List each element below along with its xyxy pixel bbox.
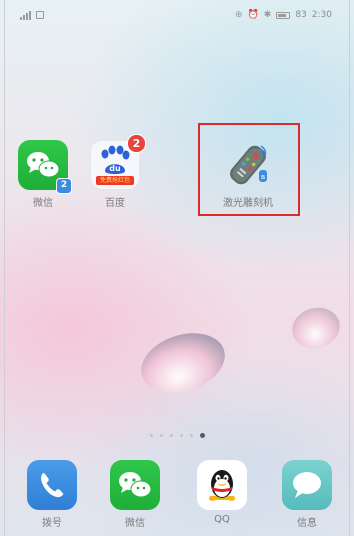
right-frame-edge [349, 0, 350, 536]
status-bar: ⊕ ⏰ ✱ 83 2:30 [20, 8, 332, 22]
phone-icon [27, 460, 77, 510]
svg-text:du: du [109, 164, 121, 173]
dock-app-messages[interactable]: 信息 [282, 460, 332, 529]
message-bubble-icon [282, 460, 332, 510]
app-label: 拨号 [42, 518, 62, 529]
water-drop [287, 302, 345, 354]
status-right: ⊕ ⏰ ✱ 83 2:30 [235, 10, 332, 20]
alarm-icon: ⏰ [247, 10, 259, 20]
notification-badge: 2 [127, 134, 146, 153]
page-dot [149, 434, 153, 437]
baidu-banner: 免费抢红包 [99, 177, 130, 184]
battery-percent: 83 [295, 10, 307, 20]
water-drop [133, 323, 233, 403]
vibrate-icon: ⊕ [235, 10, 243, 20]
baidu-paw-icon: du 免费抢红包 2 [90, 134, 146, 190]
home-screen: ⊕ ⏰ ✱ 83 2:30 2 微信 du 免费抢红包 2 百度 ʙ 激光雕刻机… [0, 0, 354, 536]
clone-badge-icon: 2 [56, 178, 72, 194]
page-dot-active [199, 433, 205, 438]
wechat-icon [110, 460, 160, 510]
wechat-icon: 2 [18, 140, 72, 194]
app-label: 微信 [33, 198, 53, 209]
dock-app-qq[interactable]: QQ [197, 460, 247, 525]
highlight-box [198, 123, 300, 216]
battery-icon [276, 11, 291, 19]
page-dot [189, 434, 193, 437]
left-frame-edge [4, 0, 5, 536]
qq-penguin-icon [197, 460, 247, 510]
dock-app-phone[interactable]: 拨号 [27, 460, 77, 529]
app-label: QQ [214, 514, 230, 525]
page-dot [179, 434, 183, 437]
app-wechat[interactable]: 2 微信 [18, 140, 72, 209]
app-label: 百度 [105, 198, 125, 209]
page-dot [169, 434, 173, 437]
status-left [20, 10, 44, 20]
dock-app-wechat[interactable]: 微信 [110, 460, 160, 529]
page-dot [159, 434, 163, 437]
app-label: 信息 [297, 518, 317, 529]
page-indicator [0, 433, 354, 438]
notification-icon [36, 11, 44, 19]
app-baidu[interactable]: du 免费抢红包 2 百度 [90, 134, 146, 209]
clock: 2:30 [311, 10, 332, 20]
signal-icon [20, 10, 31, 20]
bluetooth-icon: ✱ [263, 10, 272, 20]
app-label: 微信 [125, 518, 145, 529]
